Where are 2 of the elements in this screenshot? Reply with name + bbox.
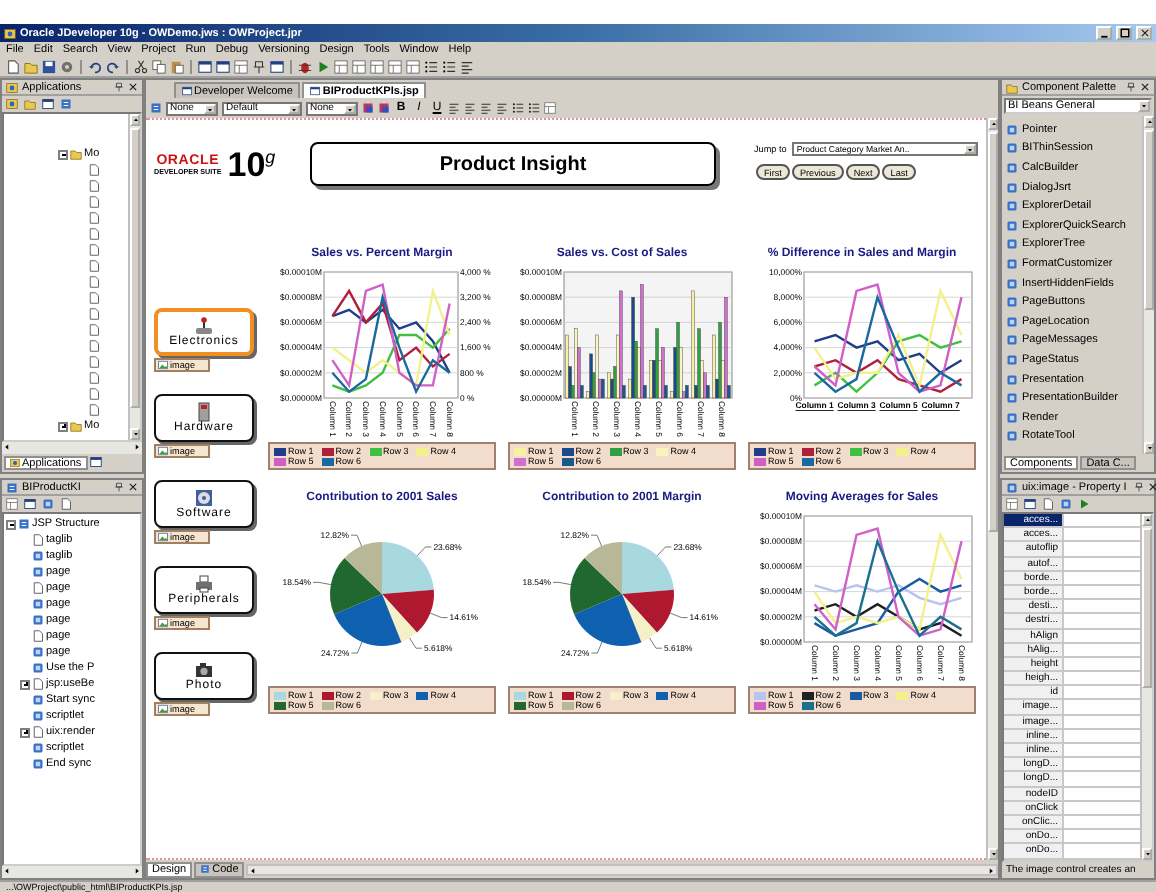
page-heading: Product Insight bbox=[310, 142, 716, 186]
version-label: 10$^{g}$ bbox=[227, 148, 276, 182]
